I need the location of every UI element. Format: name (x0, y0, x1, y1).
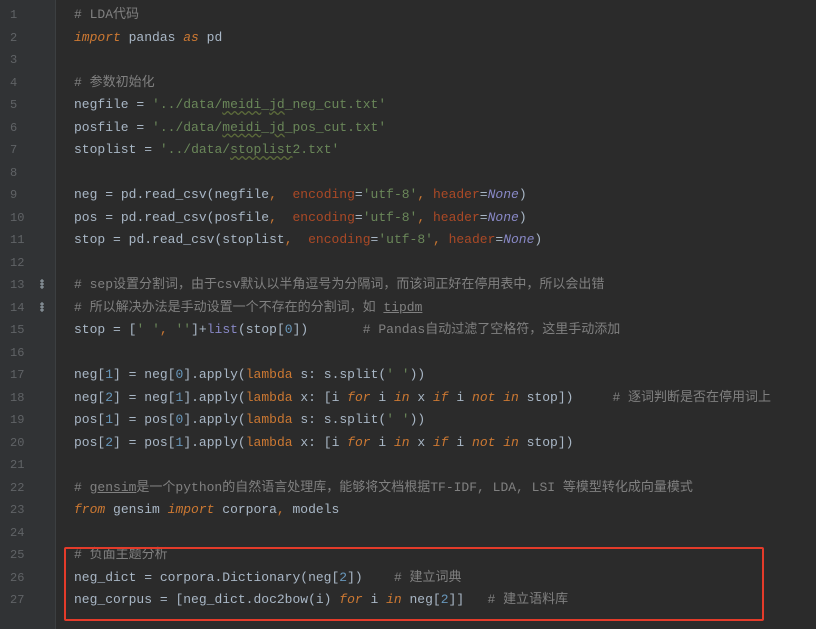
line-number[interactable]: 7 (0, 139, 55, 162)
code-line[interactable]: stop = pd.read_csv(stoplist, encoding='u… (56, 229, 816, 252)
line-number[interactable]: 6 (0, 117, 55, 140)
line-number[interactable]: 9 (0, 184, 55, 207)
code-line[interactable] (56, 522, 816, 545)
line-number[interactable]: 24 (0, 522, 55, 545)
line-number[interactable]: 3 (0, 49, 55, 72)
code-line[interactable] (56, 162, 816, 185)
line-number[interactable]: 17 (0, 364, 55, 387)
code-line[interactable]: negfile = '../data/meidi_jd_neg_cut.txt' (56, 94, 816, 117)
line-number[interactable]: 25 (0, 544, 55, 567)
change-marker-icon[interactable] (39, 278, 51, 290)
code-line[interactable]: pos = pd.read_csv(posfile, encoding='utf… (56, 207, 816, 230)
line-number[interactable]: 18 (0, 387, 55, 410)
code-line[interactable]: import pandas as pd (56, 27, 816, 50)
code-line[interactable]: # gensim是一个python的自然语言处理库，能够将文档根据TF-IDF,… (56, 477, 816, 500)
line-number[interactable]: 2 (0, 27, 55, 50)
line-number[interactable]: 11 (0, 229, 55, 252)
line-number[interactable]: 10 (0, 207, 55, 230)
line-number[interactable]: 27 (0, 589, 55, 612)
code-line[interactable]: neg[1] = neg[0].apply(lambda s: s.split(… (56, 364, 816, 387)
line-number-gutter: 1234567891011121314151617181920212223242… (0, 0, 56, 629)
code-line[interactable]: pos[2] = pos[1].apply(lambda x: [i for i… (56, 432, 816, 455)
code-line[interactable] (56, 49, 816, 72)
code-line[interactable]: # LDA代码 (56, 4, 816, 27)
line-number[interactable]: 12 (0, 252, 55, 275)
line-number[interactable]: 14 (0, 297, 55, 320)
code-editor-area[interactable]: # LDA代码import pandas as pd # 参数初始化negfile… (56, 0, 816, 629)
code-line[interactable]: neg_corpus = [neg_dict.doc2bow(i) for i … (56, 589, 816, 612)
line-number[interactable]: 15 (0, 319, 55, 342)
line-number[interactable]: 16 (0, 342, 55, 365)
change-marker-icon[interactable] (39, 301, 51, 313)
code-line[interactable] (56, 252, 816, 275)
code-line[interactable]: posfile = '../data/meidi_jd_pos_cut.txt' (56, 117, 816, 140)
code-line[interactable]: # sep设置分割词，由于csv默认以半角逗号为分隔词，而该词正好在停用表中，所… (56, 274, 816, 297)
code-line[interactable]: # 参数初始化 (56, 72, 816, 95)
code-line[interactable]: stoplist = '../data/stoplist2.txt' (56, 139, 816, 162)
code-line[interactable]: neg[2] = neg[1].apply(lambda x: [i for i… (56, 387, 816, 410)
line-number[interactable]: 5 (0, 94, 55, 117)
line-number[interactable]: 21 (0, 454, 55, 477)
code-line[interactable] (56, 454, 816, 477)
code-line[interactable]: # 负面主题分析 (56, 544, 816, 567)
code-line[interactable]: pos[1] = pos[0].apply(lambda s: s.split(… (56, 409, 816, 432)
line-number[interactable]: 1 (0, 4, 55, 27)
line-number[interactable]: 13 (0, 274, 55, 297)
line-number[interactable]: 4 (0, 72, 55, 95)
code-line[interactable]: neg = pd.read_csv(negfile, encoding='utf… (56, 184, 816, 207)
code-line[interactable]: neg_dict = corpora.Dictionary(neg[2]) # … (56, 567, 816, 590)
code-line[interactable]: # 所以解决办法是手动设置一个不存在的分割词，如 tipdm (56, 297, 816, 320)
code-line[interactable] (56, 342, 816, 365)
code-line[interactable]: stop = [' ', '']+list(stop[0]) # Pandas自… (56, 319, 816, 342)
code-line[interactable]: from gensim import corpora, models (56, 499, 816, 522)
line-number[interactable]: 8 (0, 162, 55, 185)
line-number[interactable]: 23 (0, 499, 55, 522)
line-number[interactable]: 26 (0, 567, 55, 590)
line-number[interactable]: 22 (0, 477, 55, 500)
line-number[interactable]: 19 (0, 409, 55, 432)
line-number[interactable]: 20 (0, 432, 55, 455)
